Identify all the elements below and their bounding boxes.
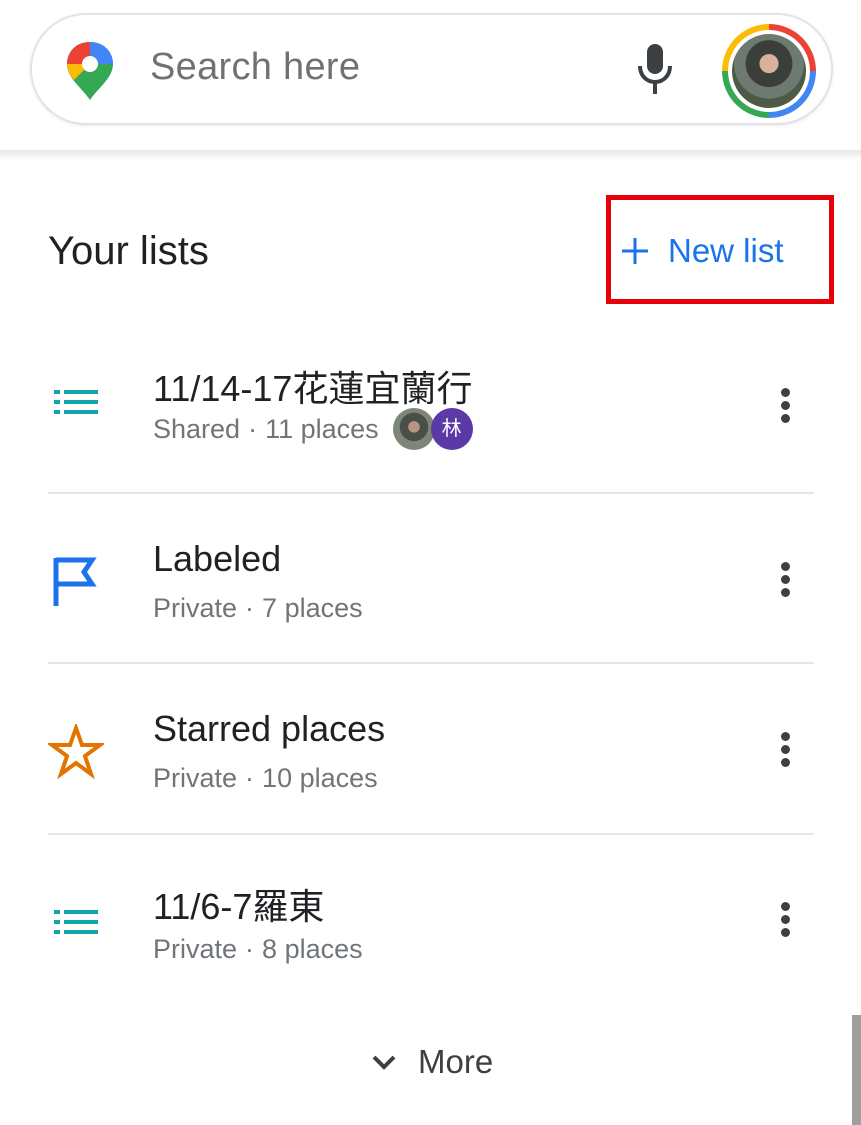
list-title: Labeled xyxy=(153,538,282,579)
list-meta: Private · 8 places xyxy=(153,934,363,965)
list-title: Starred places xyxy=(153,708,386,749)
new-list-label: New list xyxy=(668,232,784,269)
list-visibility: Shared xyxy=(153,413,241,444)
maps-saved-lists-screen: Search here Your lists New list 11/14-17… xyxy=(0,0,861,1125)
separator: · xyxy=(245,934,255,964)
list-count: 7 places xyxy=(262,593,363,623)
list-item[interactable]: 11/14-17花蓮宜蘭行 Shared · 11 places 林 xyxy=(0,330,861,500)
more-label: More xyxy=(418,1043,494,1080)
header-shadow xyxy=(0,150,861,160)
more-options-icon[interactable] xyxy=(770,728,802,772)
list-count: 8 places xyxy=(262,934,363,964)
microphone-icon[interactable] xyxy=(632,42,678,96)
list-title: 11/6-7羅東 xyxy=(153,886,325,927)
scrollbar[interactable] xyxy=(852,1015,861,1125)
divider xyxy=(48,662,814,664)
plus-icon xyxy=(622,238,648,264)
divider xyxy=(48,833,814,835)
separator: · xyxy=(248,413,258,444)
google-maps-pin-icon xyxy=(67,42,113,100)
account-avatar[interactable] xyxy=(722,24,816,118)
chevron-down-icon xyxy=(372,1055,396,1070)
list-visibility: Private xyxy=(153,593,238,623)
more-options-icon[interactable] xyxy=(770,384,802,428)
list-meta: Private · 7 places xyxy=(153,593,363,624)
shared-user-avatar xyxy=(392,408,435,450)
list-item[interactable]: Starred places Private · 10 places xyxy=(0,670,861,840)
star-icon xyxy=(48,724,104,780)
list-visibility: Private xyxy=(153,934,238,964)
list-item[interactable]: 11/6-7羅東 Private · 8 places xyxy=(0,840,861,1010)
top-bar: Search here xyxy=(0,0,861,154)
more-options-icon[interactable] xyxy=(770,898,802,942)
more-button[interactable]: More xyxy=(370,1040,493,1084)
flag-icon xyxy=(53,557,97,606)
list-count: 11 places xyxy=(265,413,379,444)
shared-user-initial: 林 xyxy=(430,408,473,450)
list-count: 10 places xyxy=(262,763,378,793)
page-title: Your lists xyxy=(48,229,209,273)
separator: · xyxy=(245,763,255,793)
list-meta: Shared · 11 places 林 xyxy=(153,408,475,450)
new-list-button[interactable]: New list xyxy=(620,228,784,274)
separator: · xyxy=(245,593,255,623)
list-visibility: Private xyxy=(153,763,238,793)
more-options-icon[interactable] xyxy=(770,558,802,602)
avatar-photo xyxy=(732,34,806,108)
list-title: 11/14-17花蓮宜蘭行 xyxy=(153,368,473,409)
shared-users: 林 xyxy=(392,408,475,450)
list-item[interactable]: Labeled Private · 7 places xyxy=(0,500,861,670)
divider xyxy=(48,492,814,494)
list-meta: Private · 10 places xyxy=(153,763,378,794)
search-input[interactable]: Search here xyxy=(150,46,360,89)
list-icon xyxy=(54,910,98,934)
list-icon xyxy=(54,390,98,414)
